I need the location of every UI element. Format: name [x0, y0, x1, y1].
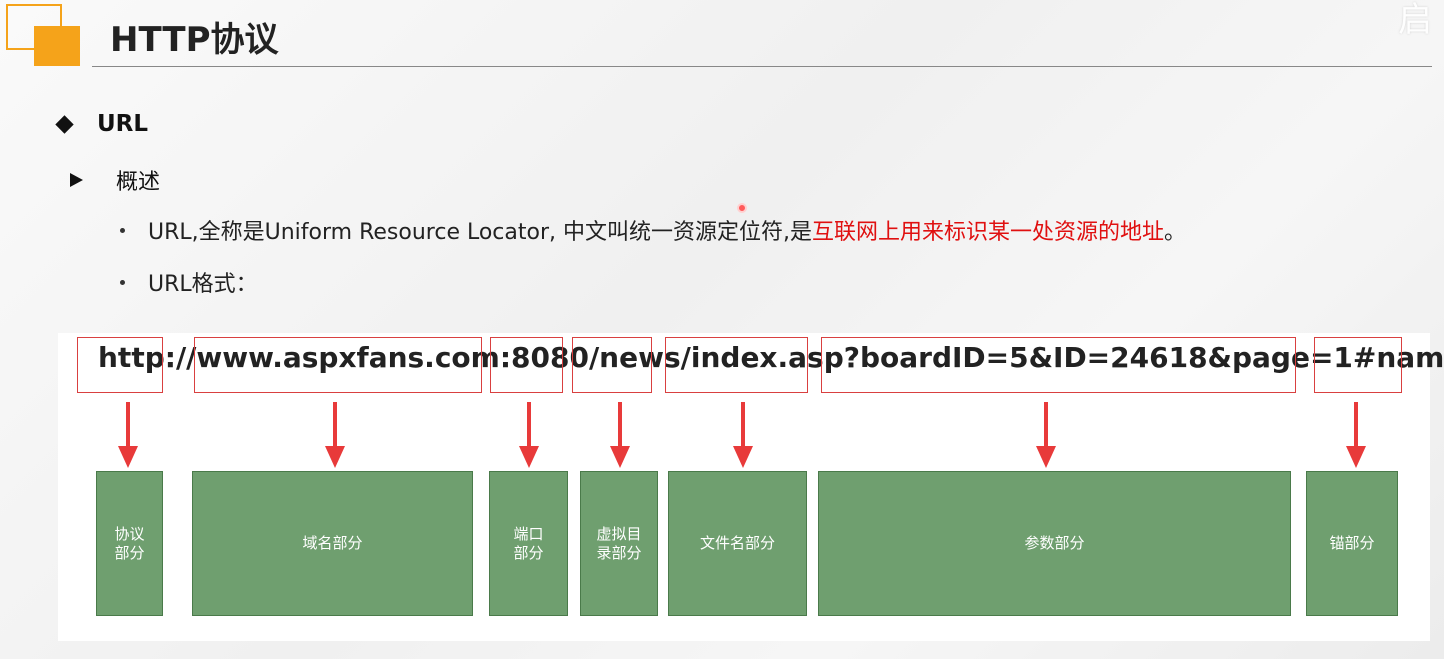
bullet-item-format: URL格式：: [120, 266, 258, 298]
segment-box-anchor: [1314, 337, 1402, 393]
arrow-filename-shaft: [741, 402, 745, 448]
segment-box-parameters: [821, 337, 1296, 393]
title-divider: [92, 66, 1432, 67]
slide-title: HTTP协议: [110, 20, 279, 60]
part-box-parameters: 参数部分: [818, 471, 1291, 616]
arrow-port-shaft: [527, 402, 531, 448]
arrow-down-icon: [610, 446, 630, 468]
part-box-directory: 虚拟目 录部分: [580, 471, 658, 616]
part-label-domain: 域名部分: [302, 534, 363, 552]
logo-filled-square: [34, 26, 80, 66]
arrow-down-icon: [118, 446, 138, 468]
arrow-domain-shaft: [333, 402, 337, 448]
segment-box-port: [490, 337, 563, 393]
segment-box-directory: [572, 337, 652, 393]
arrow-protocol-shaft: [126, 402, 130, 448]
arrow-down-icon: [325, 446, 345, 468]
part-box-protocol: 协议 部分: [96, 471, 163, 616]
definition-lead: URL,全称是Uniform Resource Locator, 中文叫统一资源…: [148, 220, 812, 245]
arrow-bullet-icon: [70, 173, 83, 187]
part-box-domain: 域名部分: [192, 471, 473, 616]
part-label-filename: 文件名部分: [699, 534, 775, 552]
subsection-row: 概述: [70, 164, 160, 196]
arrow-down-icon: [1036, 446, 1056, 468]
part-box-port: 端口 部分: [489, 471, 568, 616]
part-box-anchor: 锚部分: [1306, 471, 1398, 616]
arrow-parameters-shaft: [1044, 402, 1048, 448]
format-text: URL格式：: [148, 272, 258, 297]
part-box-filename: 文件名部分: [668, 471, 807, 616]
dot-bullet-icon: [120, 279, 125, 285]
arrow-down-icon: [733, 446, 753, 468]
laser-pointer-icon: [737, 203, 747, 213]
dot-bullet-icon: [120, 227, 125, 233]
arrow-down-icon: [519, 446, 539, 468]
subsection-heading: 概述: [116, 170, 161, 195]
bullet-item-definition: URL,全称是Uniform Resource Locator, 中文叫统一资源…: [120, 214, 1186, 246]
watermark-logo: 启: [1398, 0, 1432, 40]
arrow-anchor-shaft: [1354, 402, 1358, 448]
definition-text: URL,全称是Uniform Resource Locator, 中文叫统一资源…: [148, 214, 1186, 246]
part-label-protocol: 协议 部分: [114, 524, 145, 562]
section-heading: URL: [97, 111, 149, 137]
segment-box-filename: [665, 337, 808, 393]
arrow-directory-shaft: [618, 402, 622, 448]
part-label-anchor: 锚部分: [1329, 534, 1375, 552]
part-label-port: 端口 部分: [513, 524, 544, 562]
definition-highlight: 互联网上用来标识某一处资源的地址: [812, 220, 1165, 245]
definition-tail: 。: [1164, 220, 1187, 245]
part-label-directory: 虚拟目 录部分: [596, 524, 642, 562]
diamond-bullet-icon: [55, 114, 74, 134]
section-row: URL: [55, 111, 149, 137]
segment-box-domain: [194, 337, 482, 393]
segment-box-protocol: [77, 337, 163, 393]
arrow-down-icon: [1346, 446, 1366, 468]
part-label-parameters: 参数部分: [1024, 534, 1085, 552]
